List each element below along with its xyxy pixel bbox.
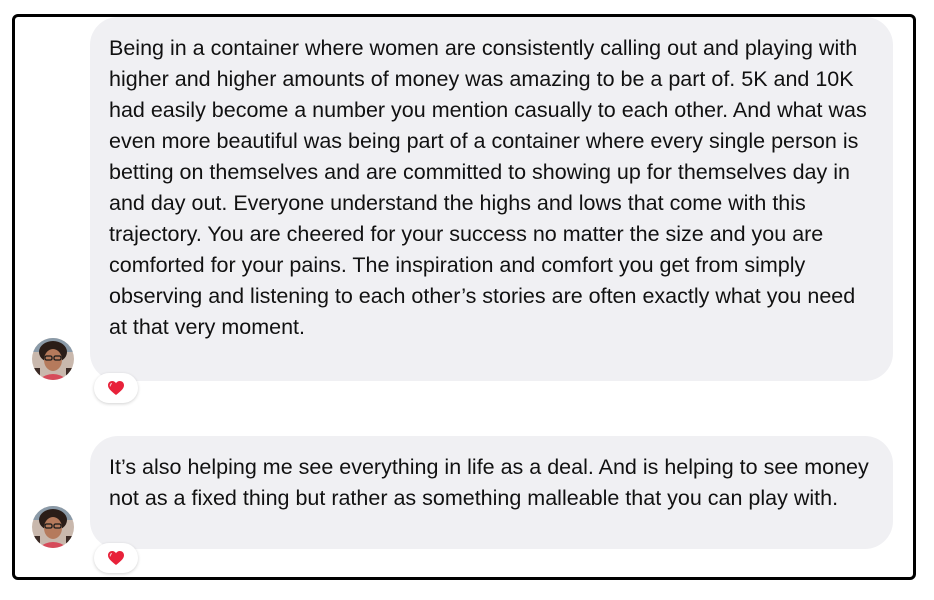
reaction-badge[interactable] [94,373,138,403]
avatar[interactable] [32,506,74,548]
user-avatar-icon [32,506,74,548]
heart-icon [108,551,124,565]
message-bubble[interactable]: Being in a container where women are con… [90,17,893,381]
avatar[interactable] [32,338,74,380]
message-bubble[interactable]: It’s also helping me see everything in l… [90,436,893,549]
user-avatar-icon [32,338,74,380]
message-text: Being in a container where women are con… [109,36,867,339]
message-text: It’s also helping me see everything in l… [109,455,869,510]
heart-icon [108,381,124,395]
reaction-badge[interactable] [94,543,138,573]
